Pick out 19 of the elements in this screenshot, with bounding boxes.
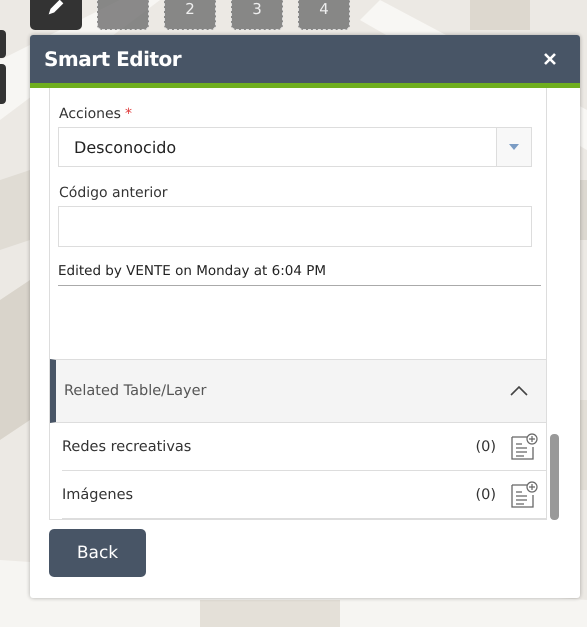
- scrollbar-thumb[interactable]: [550, 434, 559, 520]
- chevron-icon: [510, 386, 528, 396]
- related-section-header[interactable]: Related Table/Layer: [50, 359, 546, 423]
- field-label: Acciones: [59, 106, 121, 122]
- add-record-icon[interactable]: [510, 480, 538, 508]
- add-record-icon[interactable]: [510, 432, 538, 460]
- record-count: (0): [475, 438, 496, 454]
- panel-title: Smart Editor: [44, 47, 182, 71]
- related-layer-name[interactable]: Imágenes: [62, 486, 476, 502]
- select-field[interactable]: Desconocido: [58, 127, 532, 167]
- close-icon[interactable]: [543, 52, 557, 66]
- edit-info: Edited by VENTE on Monday at 6:04 PM: [58, 263, 541, 286]
- field-label: Código anterior: [59, 185, 168, 201]
- input-field[interactable]: [58, 206, 532, 247]
- dropdown-icon: [509, 144, 519, 150]
- required-mark: *: [124, 106, 132, 122]
- record-count: (0): [475, 486, 496, 502]
- related-layer-name[interactable]: Redes recreativas: [62, 438, 476, 454]
- back-button[interactable]: Back: [49, 529, 146, 577]
